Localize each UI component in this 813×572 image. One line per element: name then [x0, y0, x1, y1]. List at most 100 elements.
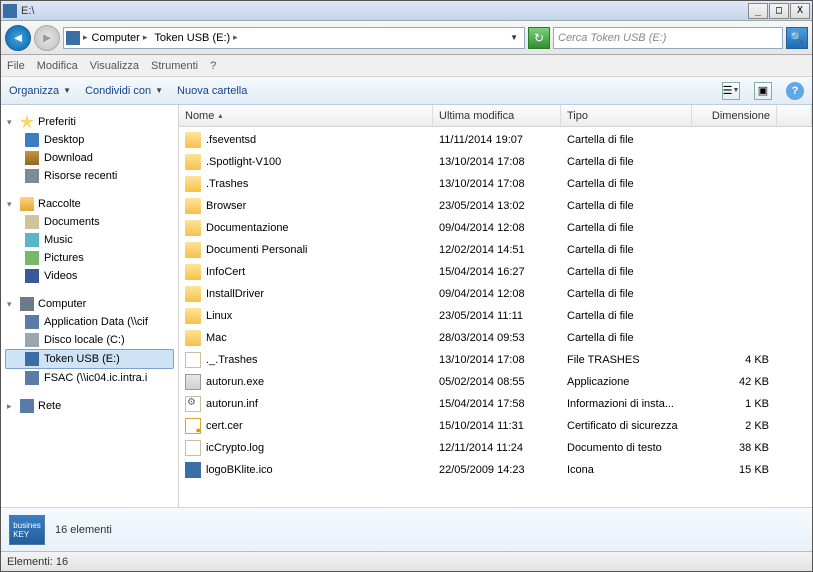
i-dl-icon	[25, 151, 39, 165]
sidebar-item[interactable]: FSAC (\\ic04.ic.intra.i	[5, 369, 174, 387]
col-name-header[interactable]: Nome▴	[179, 105, 433, 126]
search-button[interactable]: 🔍	[786, 27, 808, 49]
file-name: .fseventsd	[206, 134, 256, 146]
file-name: logoBKlite.ico	[206, 464, 273, 476]
new-folder-button[interactable]: Nuova cartella	[177, 85, 247, 97]
file-size: 15 KB	[692, 464, 777, 476]
i-pic-icon	[25, 251, 39, 265]
file-row[interactable]: .Spotlight-V10013/10/2014 17:08Cartella …	[179, 151, 812, 173]
search-input[interactable]: Cerca Token USB (E:)	[553, 27, 783, 49]
file-row[interactable]: InstallDriver09/04/2014 12:08Cartella di…	[179, 283, 812, 305]
file-type-icon	[185, 330, 201, 346]
file-row[interactable]: ._.Trashes13/10/2014 17:08File TRASHES4 …	[179, 349, 812, 371]
sidebar-head-network[interactable]: ▸ Rete	[5, 397, 174, 415]
sidebar-item-label: Pictures	[44, 252, 84, 264]
file-name: autorun.exe	[206, 376, 264, 388]
back-button[interactable]: ◄	[5, 25, 31, 51]
file-type: Cartella di file	[561, 200, 692, 212]
i-music-icon	[25, 233, 39, 247]
forward-button[interactable]: ►	[34, 25, 60, 51]
close-button[interactable]: X	[790, 3, 810, 19]
menu-view[interactable]: Visualizza	[90, 60, 139, 72]
file-row[interactable]: .Trashes13/10/2014 17:08Cartella di file	[179, 173, 812, 195]
maximize-button[interactable]: □	[769, 3, 789, 19]
column-headers: Nome▴ Ultima modifica Tipo Dimensione	[179, 105, 812, 127]
file-row[interactable]: autorun.exe05/02/2014 08:55Applicazione4…	[179, 371, 812, 393]
sidebar-item[interactable]: Pictures	[5, 249, 174, 267]
file-date: 13/10/2014 17:08	[433, 354, 561, 366]
file-type: Cartella di file	[561, 156, 692, 168]
sidebar-item[interactable]: Download	[5, 149, 174, 167]
sidebar-item-label: FSAC (\\ic04.ic.intra.i	[44, 372, 147, 384]
col-date-header[interactable]: Ultima modifica	[433, 105, 561, 126]
file-type-icon	[185, 440, 201, 456]
file-row[interactable]: InfoCert15/04/2014 16:27Cartella di file	[179, 261, 812, 283]
i-recent-icon	[25, 169, 39, 183]
menu-help[interactable]: ?	[210, 60, 216, 72]
sidebar-item[interactable]: Risorse recenti	[5, 167, 174, 185]
file-name: Linux	[206, 310, 232, 322]
sidebar-head-favorites[interactable]: ▾ Preferiti	[5, 113, 174, 131]
file-type: Documento di testo	[561, 442, 692, 454]
breadcrumb-drive[interactable]: Token USB (E:)▸	[151, 32, 241, 44]
file-name: cert.cer	[206, 420, 243, 432]
collapse-icon[interactable]: ▾	[7, 299, 16, 310]
file-date: 13/10/2014 17:08	[433, 178, 561, 190]
file-name: icCrypto.log	[206, 442, 264, 454]
file-row[interactable]: Linux23/05/2014 11:11Cartella di file	[179, 305, 812, 327]
breadcrumb-computer[interactable]: Computer▸	[89, 32, 152, 44]
sidebar-item[interactable]: Application Data (\\cif	[5, 313, 174, 331]
drive-icon	[66, 31, 80, 45]
file-row[interactable]: Mac28/03/2014 09:53Cartella di file	[179, 327, 812, 349]
file-row[interactable]: Documenti Personali12/02/2014 14:51Carte…	[179, 239, 812, 261]
address-dropdown-icon[interactable]: ▼	[506, 33, 522, 42]
sidebar-item[interactable]: Disco locale (C:)	[5, 331, 174, 349]
address-bar[interactable]: ▸ Computer▸ Token USB (E:)▸ ▼	[63, 27, 525, 49]
sidebar-item[interactable]: Desktop	[5, 131, 174, 149]
file-row[interactable]: Documentazione09/04/2014 12:08Cartella d…	[179, 217, 812, 239]
menu-file[interactable]: File	[7, 60, 25, 72]
organize-button[interactable]: Organizza▼	[9, 85, 71, 97]
sidebar-head-computer[interactable]: ▾ Computer	[5, 295, 174, 313]
menu-edit[interactable]: Modifica	[37, 60, 78, 72]
file-list-pane: Nome▴ Ultima modifica Tipo Dimensione .f…	[179, 105, 812, 507]
share-button[interactable]: Condividi con▼	[85, 85, 163, 97]
refresh-button[interactable]: ↻	[528, 27, 550, 49]
minimize-button[interactable]: _	[748, 3, 768, 19]
sidebar-item[interactable]: Documents	[5, 213, 174, 231]
sidebar-group-computer: ▾ Computer Application Data (\\cifDisco …	[5, 295, 174, 387]
file-row[interactable]: logoBKlite.ico22/05/2009 14:23Icona15 KB	[179, 459, 812, 481]
sidebar-item[interactable]: Token USB (E:)	[5, 349, 174, 369]
col-size-header[interactable]: Dimensione	[692, 105, 777, 126]
nav-toolbar: ◄ ► ▸ Computer▸ Token USB (E:)▸ ▼ ↻ Cerc…	[1, 21, 812, 55]
file-row[interactable]: autorun.inf15/04/2014 17:58Informazioni …	[179, 393, 812, 415]
file-date: 23/05/2014 13:02	[433, 200, 561, 212]
collapse-icon[interactable]: ▾	[7, 199, 16, 210]
file-row[interactable]: Browser23/05/2014 13:02Cartella di file	[179, 195, 812, 217]
file-row[interactable]: cert.cer15/10/2014 11:31Certificato di s…	[179, 415, 812, 437]
sort-asc-icon: ▴	[218, 111, 222, 120]
i-vid-icon	[25, 269, 39, 283]
file-date: 28/03/2014 09:53	[433, 332, 561, 344]
file-row[interactable]: icCrypto.log12/11/2014 11:24Documento di…	[179, 437, 812, 459]
file-size: 38 KB	[692, 442, 777, 454]
sidebar-item-label: Music	[44, 234, 73, 246]
help-icon[interactable]: ?	[786, 82, 804, 100]
expand-icon[interactable]: ▸	[7, 401, 16, 412]
menu-tools[interactable]: Strumenti	[151, 60, 198, 72]
preview-pane-icon[interactable]: ▣	[754, 82, 772, 100]
col-type-header[interactable]: Tipo	[561, 105, 692, 126]
drive-large-icon: businesKEY	[9, 515, 45, 545]
i-key-icon	[25, 352, 39, 366]
file-type-icon	[185, 242, 201, 258]
breadcrumb: ▸ Computer▸ Token USB (E:)▸	[82, 32, 504, 44]
sidebar-item[interactable]: Music	[5, 231, 174, 249]
file-row[interactable]: .fseventsd11/11/2014 19:07Cartella di fi…	[179, 129, 812, 151]
view-options-icon[interactable]: ☰▼	[722, 82, 740, 100]
file-type: Cartella di file	[561, 332, 692, 344]
file-name: ._.Trashes	[206, 354, 258, 366]
sidebar-head-libraries[interactable]: ▾ Raccolte	[5, 195, 174, 213]
collapse-icon[interactable]: ▾	[7, 117, 16, 128]
file-name: InstallDriver	[206, 288, 264, 300]
sidebar-item[interactable]: Videos	[5, 267, 174, 285]
